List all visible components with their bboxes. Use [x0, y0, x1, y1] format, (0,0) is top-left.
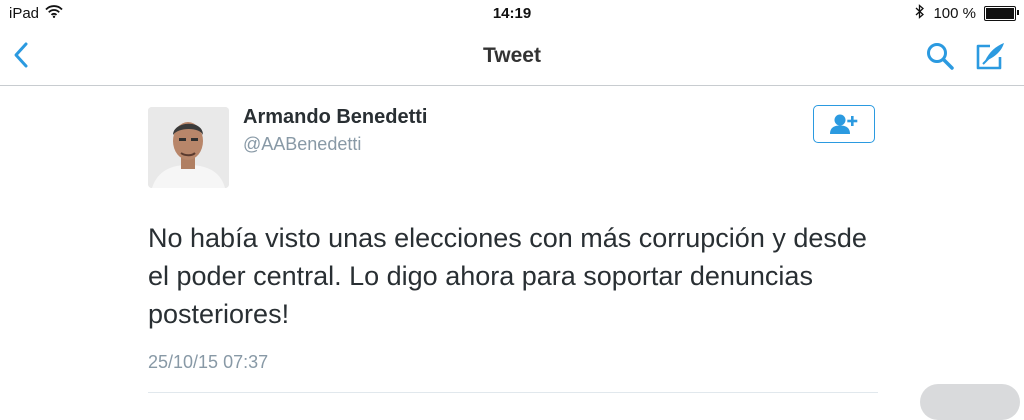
add-user-icon — [830, 114, 858, 134]
bluetooth-icon — [915, 4, 925, 23]
follow-button[interactable] — [813, 105, 875, 143]
user-name[interactable]: Armando Benedetti — [243, 106, 427, 129]
tweet-detail: Armando Benedetti @AABenedetti No había … — [148, 86, 878, 402]
tweet-timestamp[interactable]: 25/10/15 07:37 — [148, 352, 268, 373]
search-icon — [927, 43, 954, 70]
user-handle[interactable]: @AABenedetti — [243, 134, 361, 155]
scroll-pill[interactable] — [920, 384, 1020, 420]
page-title: Tweet — [483, 44, 541, 67]
status-right: 100 % — [915, 4, 1019, 23]
profile-photo — [148, 107, 229, 188]
status-bar: iPad 14:19 100 % — [0, 0, 1024, 28]
compose-icon — [976, 43, 1004, 70]
battery-icon — [984, 6, 1019, 21]
compose-button[interactable] — [974, 40, 1006, 72]
tweet-text: No había visto unas elecciones con más c… — [148, 223, 867, 329]
divider — [148, 392, 878, 393]
battery-percent: 100 % — [933, 5, 976, 22]
avatar[interactable] — [148, 107, 229, 188]
search-button[interactable] — [925, 41, 955, 71]
navigation-bar: Tweet — [0, 28, 1024, 86]
status-time: 14:19 — [492, 5, 532, 22]
